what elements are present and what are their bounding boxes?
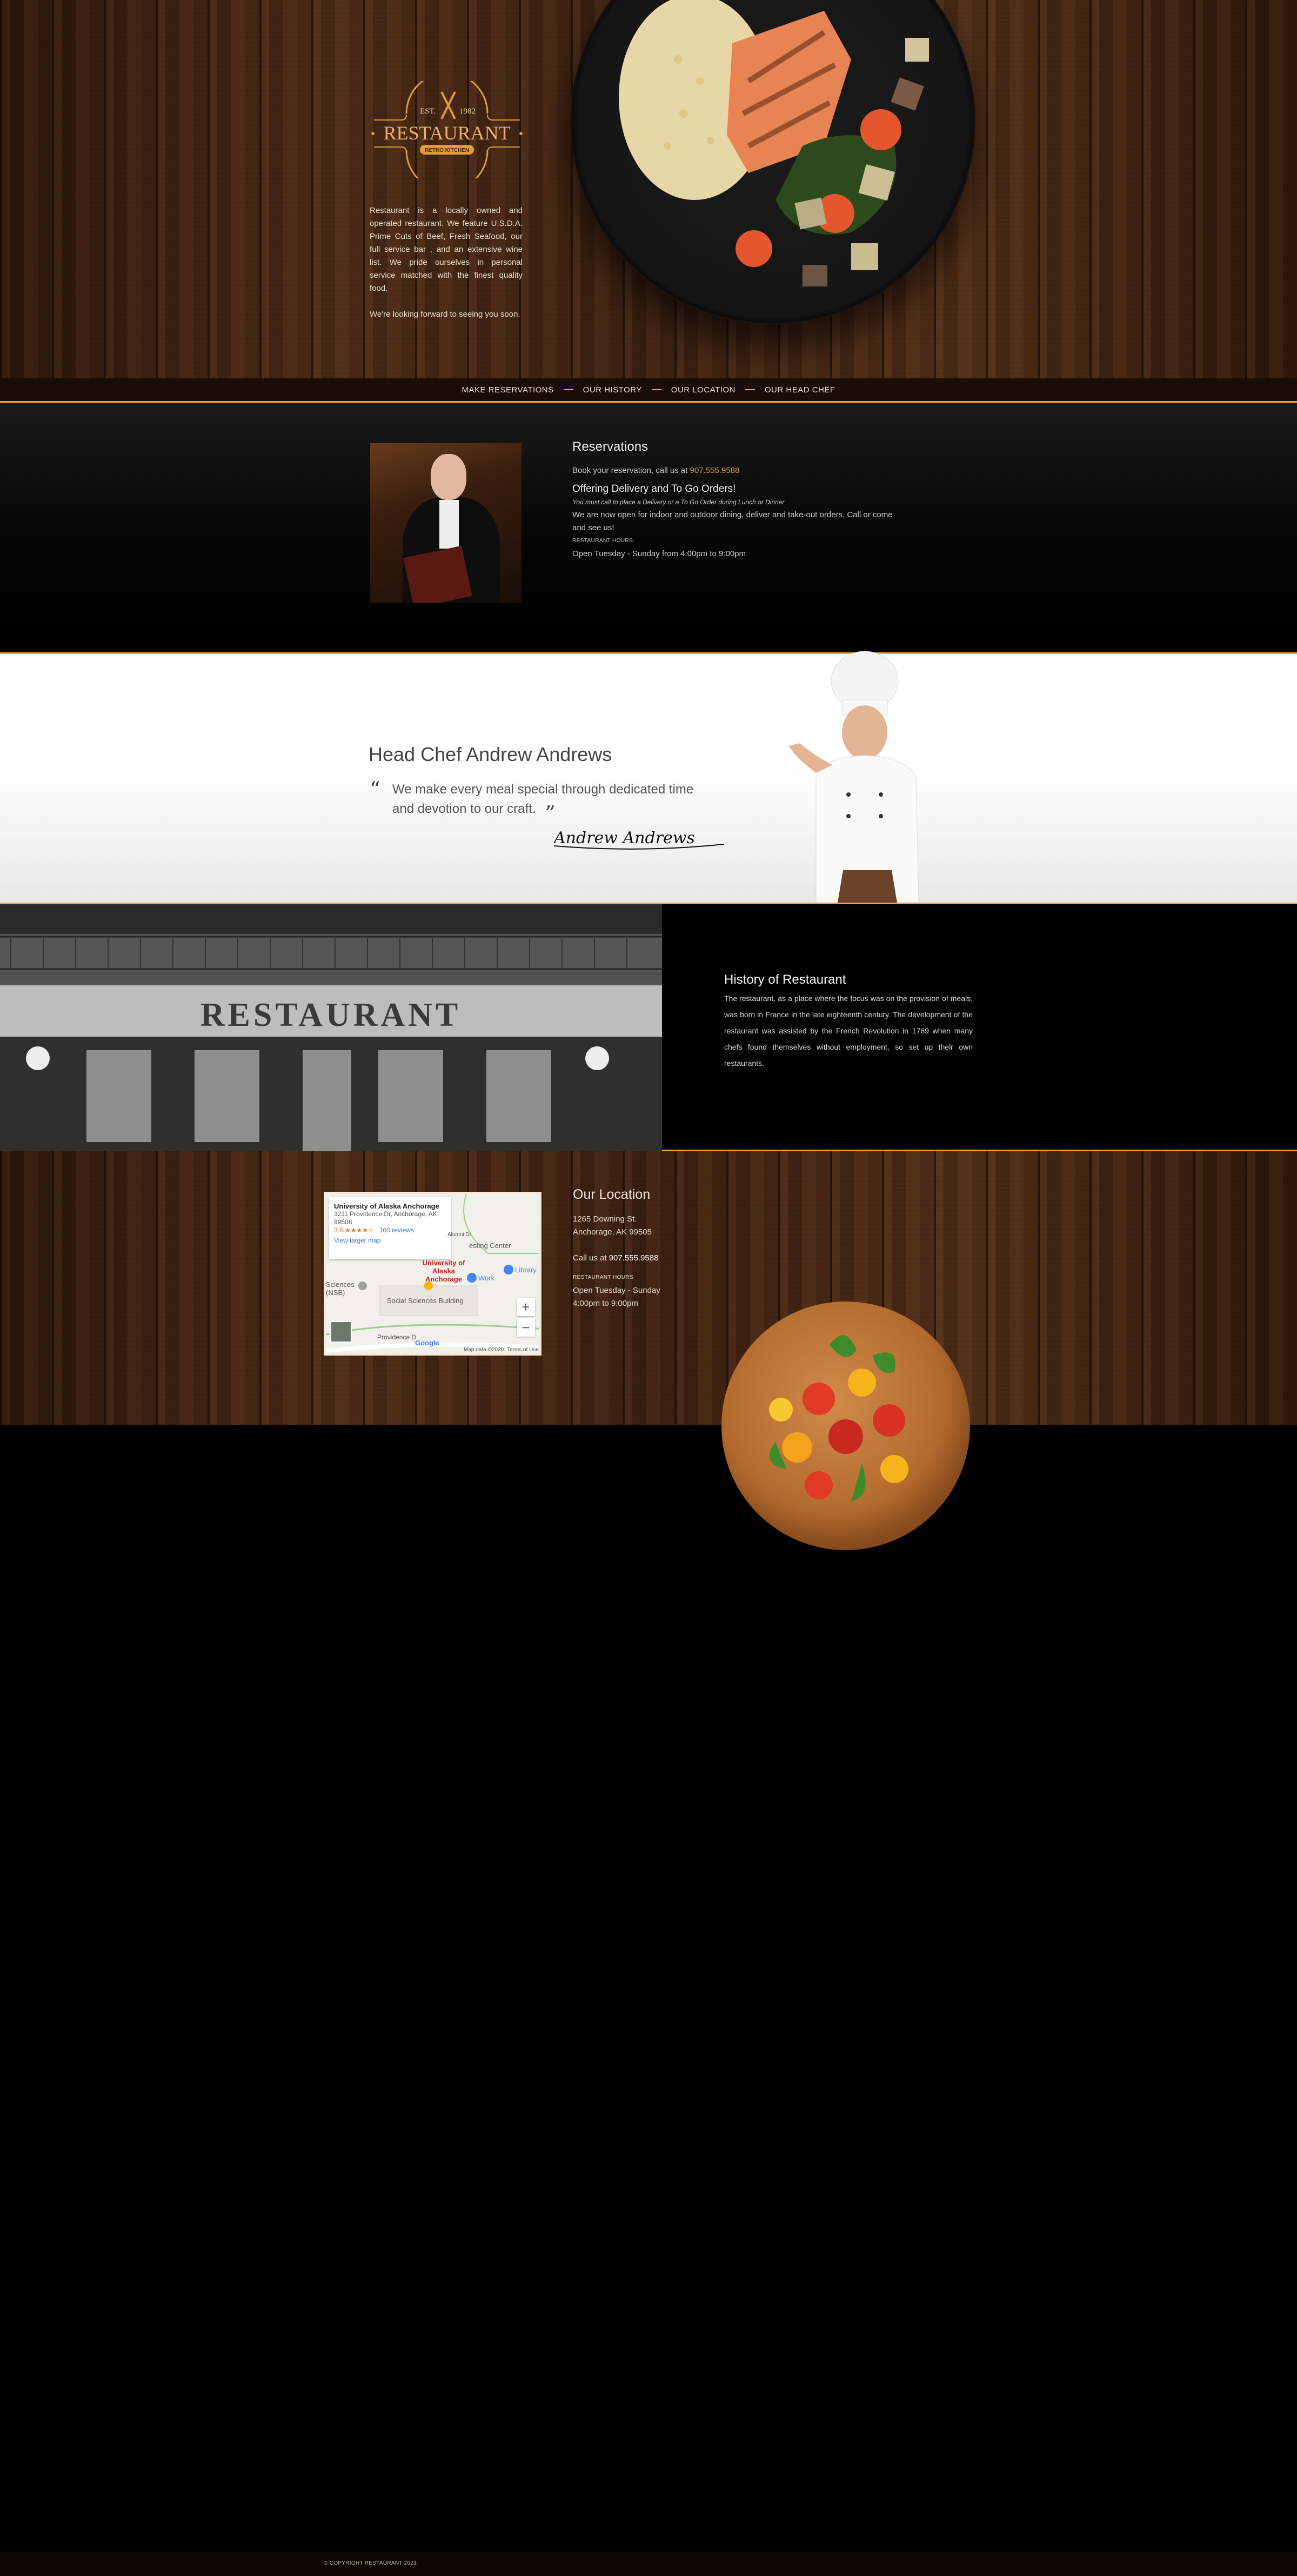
closing-paragraph: We're looking forward to seeing you soon… bbox=[370, 310, 520, 319]
chef-image bbox=[789, 651, 919, 903]
restaurant-building-photo: RESTAURANT bbox=[0, 904, 662, 1151]
location-call-line: Call us at 907.555.9588 bbox=[573, 1252, 746, 1265]
hours-text: Open Tuesday - Sunday from 4:00pm to 9:0… bbox=[572, 549, 746, 558]
location-section: University of Alaska Anchorage 3211 Prov… bbox=[0, 1151, 1297, 2576]
reservations-text: Reservations Book your reservation, call… bbox=[572, 441, 907, 560]
reservation-phone-link[interactable]: 907.555.9588 bbox=[690, 466, 740, 475]
rating-stars-icon: ★★★★☆ bbox=[345, 1226, 374, 1234]
logo-name: RESTAURANT bbox=[383, 122, 510, 144]
map-info-card: University of Alaska Anchorage 3211 Prov… bbox=[329, 1197, 451, 1259]
intro-text-block: Restaurant is a locally owned and operat… bbox=[370, 204, 523, 334]
google-logo: Google bbox=[415, 1339, 439, 1347]
map-data-credit: Map data ©2020 bbox=[464, 1347, 504, 1353]
nav-our-location[interactable]: OUR LOCATION bbox=[671, 385, 736, 395]
map-sciences-label: Sciences (NSB) bbox=[326, 1280, 355, 1297]
location-phone-link[interactable]: 907.555.9588 bbox=[609, 1253, 659, 1263]
salad-bowl-image bbox=[721, 1302, 970, 1550]
delivery-title: Offering Delivery and To Go Orders! bbox=[572, 483, 736, 495]
map-rating: 3.6 bbox=[334, 1226, 343, 1234]
map-alumni-label: Alumni Dr bbox=[447, 1232, 471, 1238]
map-place-name: University of Alaska Anchorage bbox=[334, 1202, 439, 1210]
history-text: History of Restaurant The restaurant, as… bbox=[724, 972, 973, 1071]
location-city: Anchorage, AK 99505 bbox=[573, 1227, 652, 1237]
restaurant-logo[interactable]: EST. 1982 RESTAURANT RETRO KITCHEN bbox=[369, 81, 525, 178]
reservations-title: Reservations bbox=[572, 439, 648, 454]
chef-title: Head Chef Andrew Andrews bbox=[369, 743, 612, 765]
location-hours-label: RESTAURANT HOURS bbox=[573, 1274, 634, 1280]
nav-separator bbox=[651, 389, 661, 390]
logo-year: 1982 bbox=[459, 107, 476, 116]
map-building-label: Social Sciences Building bbox=[387, 1297, 464, 1305]
location-title: Our Location bbox=[573, 1187, 651, 1202]
map-road-label: Providence D bbox=[377, 1333, 417, 1341]
logo-est: EST. bbox=[420, 107, 436, 116]
svg-text:RESTAURANT: RESTAURANT bbox=[200, 997, 462, 1033]
street-view-thumbnail[interactable] bbox=[330, 1321, 352, 1343]
history-paragraph: The restaurant, as a place where the foc… bbox=[724, 994, 973, 1067]
map-address: 3211 Providence Dr, Anchorage, AK 99508 bbox=[334, 1210, 437, 1226]
salmon-dish-image bbox=[570, 0, 975, 324]
nav-our-history[interactable]: OUR HISTORY bbox=[583, 385, 642, 395]
footer: © COPYRIGHT RESTAURANT 2021 bbox=[0, 2552, 1297, 2576]
map-pin-label[interactable]: University of Alaska Anchorage bbox=[414, 1259, 473, 1283]
view-larger-map-link[interactable]: View larger map bbox=[334, 1237, 380, 1244]
main-navigation: MAKE RESERVATIONS OUR HISTORY OUR LOCATI… bbox=[0, 378, 1297, 403]
map-library-label: Library bbox=[515, 1266, 537, 1274]
open-quote-icon: “ bbox=[370, 777, 380, 801]
google-map-embed[interactable]: University of Alaska Anchorage 3211 Prov… bbox=[324, 1192, 541, 1356]
history-section: RESTAURANT History of Restaurant The res… bbox=[0, 904, 1297, 1151]
nav-make-reservations[interactable]: MAKE RESERVATIONS bbox=[462, 385, 553, 395]
chef-quote: We make every meal special through dedic… bbox=[392, 781, 717, 824]
history-title: History of Restaurant bbox=[724, 972, 846, 987]
map-work-label: Work bbox=[478, 1274, 495, 1282]
location-street: 1265 Downing St. bbox=[573, 1214, 637, 1224]
nav-separator bbox=[563, 389, 573, 390]
zoom-out-button[interactable]: − bbox=[517, 1318, 535, 1337]
host-photo bbox=[370, 443, 522, 603]
copyright-text: © COPYRIGHT RESTAURANT 2021 bbox=[324, 2560, 417, 2566]
hero-section: EST. 1982 RESTAURANT RETRO KITCHEN Resta… bbox=[0, 0, 1297, 378]
location-text: Our Location 1265 Downing St. Anchorage,… bbox=[573, 1188, 746, 1310]
open-dining-text: We are now open for indoor and outdoor d… bbox=[572, 510, 893, 532]
call-text: Call us at bbox=[573, 1253, 607, 1263]
chef-quote-text: We make every meal special through dedic… bbox=[392, 782, 694, 816]
reservations-section: Reservations Book your reservation, call… bbox=[0, 403, 1297, 654]
logo-tagline: RETRO KITCHEN bbox=[425, 148, 469, 154]
nav-separator bbox=[745, 389, 755, 390]
head-chef-section: Head Chef Andrew Andrews “ We make every… bbox=[0, 651, 1297, 904]
map-testing-label: esting Center bbox=[469, 1242, 511, 1250]
zoom-in-button[interactable]: + bbox=[517, 1298, 535, 1316]
map-reviews-link[interactable]: 100 reviews bbox=[379, 1226, 414, 1234]
svg-text:Andrew Andrews: Andrew Andrews bbox=[554, 829, 695, 847]
location-hours-days: Open Tuesday - Sunday bbox=[573, 1286, 660, 1295]
hours-label: RESTAURANT HOURS: bbox=[572, 538, 635, 544]
chef-signature: Andrew Andrews bbox=[554, 829, 725, 850]
nav-our-head-chef[interactable]: OUR HEAD CHEF bbox=[765, 385, 835, 395]
location-hours-time: 4:00pm to 9:00pm bbox=[573, 1299, 638, 1308]
intro-paragraph: Restaurant is a locally owned and operat… bbox=[370, 206, 523, 293]
delivery-note: You must call to place a Delivery or a T… bbox=[572, 498, 785, 506]
book-text: Book your reservation, call us at bbox=[572, 466, 688, 475]
book-reservation-line: Book your reservation, call us at 907.55… bbox=[572, 464, 907, 477]
map-terms-link[interactable]: Terms of Use bbox=[507, 1347, 539, 1353]
